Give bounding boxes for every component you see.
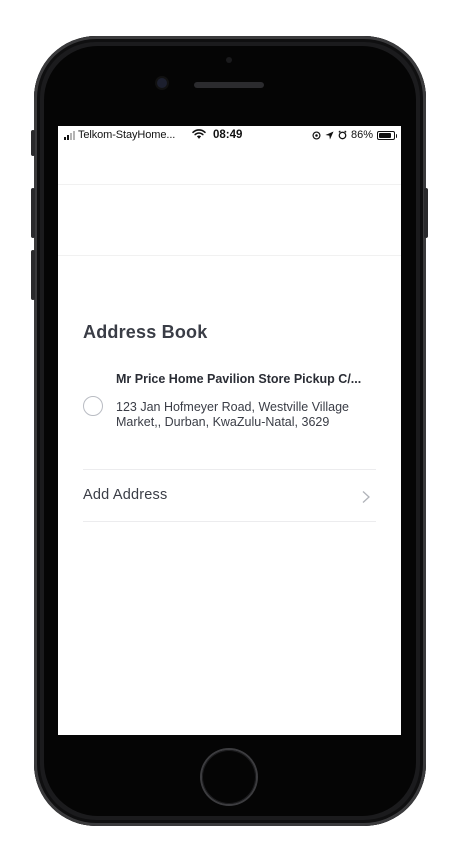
home-button[interactable] (202, 750, 256, 804)
status-time: 08:49 (213, 129, 243, 141)
screen-lock-icon (312, 130, 321, 140)
address-name: Mr Price Home Pavilion Store Pickup C/..… (116, 372, 362, 386)
add-address-label: Add Address (83, 487, 168, 503)
volume-down-button (31, 250, 35, 300)
list-divider-bottom (83, 521, 376, 522)
earpiece-speaker (194, 82, 264, 88)
location-arrow-icon (325, 130, 334, 140)
power-button (424, 188, 428, 238)
add-address-button[interactable]: Add Address (83, 470, 376, 520)
address-select-radio[interactable] (83, 396, 103, 416)
app-screen: Telkom-StayHome... 08:49 86% Address Boo… (58, 126, 401, 735)
mute-switch (31, 130, 35, 156)
address-line-2: Market,, Durban, KwaZulu-Natal, 3629 (116, 415, 330, 429)
battery-icon (377, 130, 397, 140)
alarm-icon (338, 130, 347, 140)
proximity-sensor (226, 57, 232, 63)
carrier-name: Telkom-StayHome... (78, 129, 176, 141)
front-camera (157, 78, 167, 88)
volume-up-button (31, 188, 35, 238)
status-bar: Telkom-StayHome... 08:49 86% (58, 126, 401, 144)
battery-percent: 86% (350, 129, 373, 141)
chevron-right-icon (362, 491, 370, 503)
page-title: Address Book (83, 322, 208, 342)
signal-icon (64, 130, 75, 140)
header-separator-bottom (58, 255, 401, 256)
address-line-1: 123 Jan Hofmeyer Road, Westville Village (116, 400, 349, 414)
header-separator-top (58, 184, 401, 185)
wifi-icon (192, 129, 206, 139)
